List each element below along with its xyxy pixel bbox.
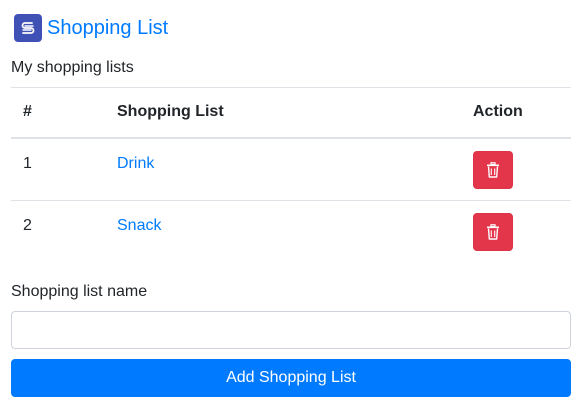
delete-list-button[interactable] [473,150,513,189]
page: Shopping List My shopping lists # Shoppi… [0,0,583,408]
row-action-cell [461,137,571,201]
table-header-row: # Shopping List Action [11,87,571,139]
trash-icon [487,161,499,178]
table-row: 1 Drink [11,137,571,201]
app-logo-icon [14,14,42,42]
row-number: 2 [11,200,105,264]
row-action-cell [461,200,571,264]
trash-icon [487,224,499,240]
app-title: Shopping List [47,17,169,39]
row-name-cell: Snack [105,200,461,264]
shopping-list-link[interactable]: Drink [117,155,154,172]
shopping-lists-table: # Shopping List Action 1 Drink 2 Snack [11,87,571,264]
table-row: 2 Snack [11,200,571,264]
page-subtitle: My shopping lists [11,59,134,76]
column-header-action: Action [461,87,571,139]
shopping-list-name-label: Shopping list name [11,283,148,300]
brand-link[interactable]: Shopping List [14,14,168,42]
row-name-cell: Drink [105,137,461,201]
shopping-list-name-input[interactable] [11,311,571,349]
column-header-number: # [11,87,105,139]
delete-list-button[interactable] [473,213,513,251]
shopping-list-link[interactable]: Snack [117,217,161,234]
column-header-name: Shopping List [105,87,461,139]
row-number: 1 [11,137,105,201]
add-shopping-list-button[interactable]: Add Shopping List [11,359,571,397]
